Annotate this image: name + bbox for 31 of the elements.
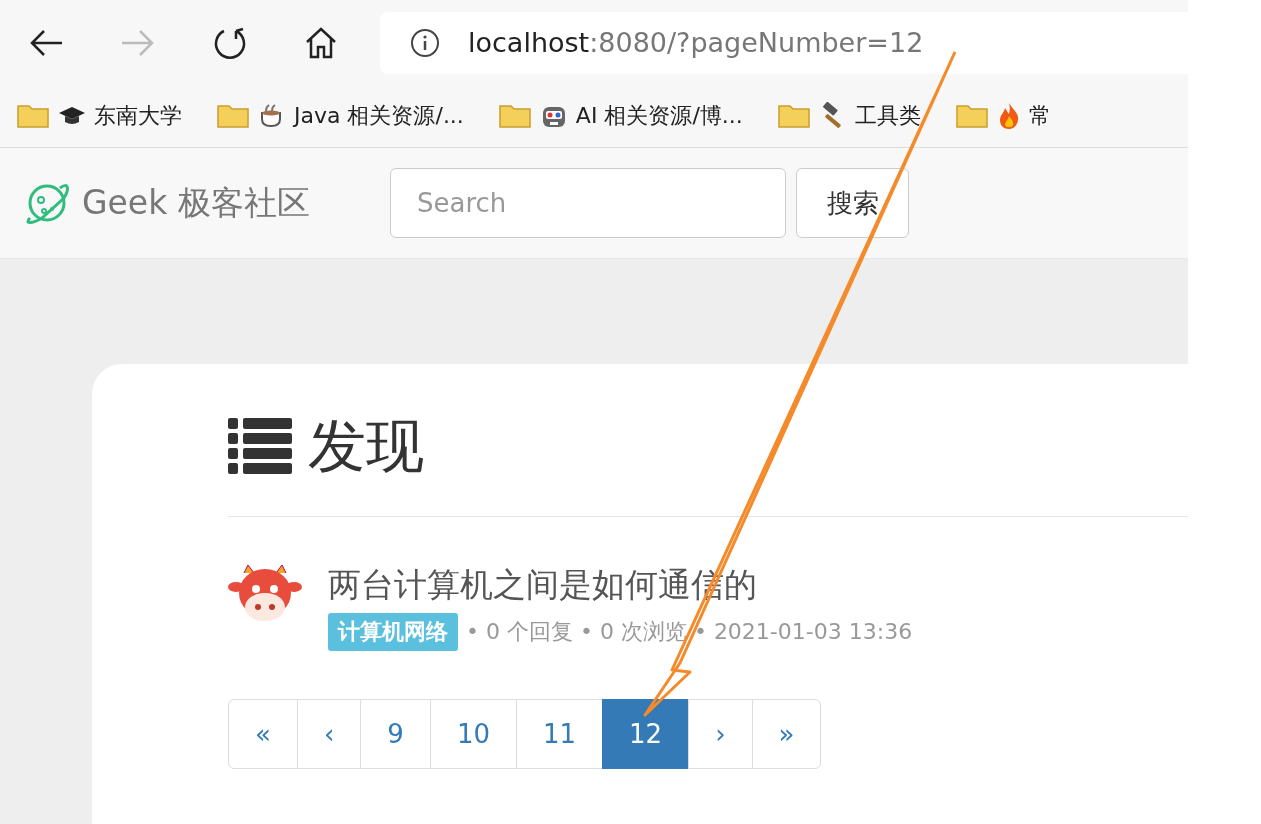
graduation-cap-icon: [58, 105, 86, 127]
bookmark-item[interactable]: AI 相关资源/博...: [497, 101, 743, 131]
bookmark-item[interactable]: 工具类: [776, 101, 921, 131]
folder-icon: [497, 103, 532, 129]
folder-icon: [776, 103, 811, 129]
url-path: :8080/?pageNumber=12: [589, 27, 924, 58]
bookmark-item[interactable]: 常: [954, 101, 1051, 131]
search-button[interactable]: 搜索: [796, 168, 909, 238]
back-arrow-icon[interactable]: [28, 27, 64, 58]
bookmark-item[interactable]: 东南大学: [16, 101, 182, 131]
info-icon: [410, 27, 440, 58]
post-meta: • 0 个回复 • 0 次浏览 • 2021-01-03 13:36: [466, 618, 913, 646]
page-link[interactable]: 9: [360, 699, 431, 769]
page-link[interactable]: »: [751, 699, 822, 769]
page-link[interactable]: 10: [429, 699, 517, 769]
folder-icon: [16, 103, 50, 129]
page-link[interactable]: ›: [688, 699, 753, 769]
page-link[interactable]: 11: [515, 699, 604, 769]
list-icon: [228, 418, 292, 476]
page-link[interactable]: ‹: [296, 699, 362, 769]
folder-icon: [954, 103, 989, 129]
bookmark-item[interactable]: Java 相关资源/...: [216, 101, 464, 131]
page-heading: 发现: [308, 411, 424, 482]
search-field[interactable]: Search: [390, 168, 786, 238]
url-host: localhost: [468, 27, 590, 58]
page-link[interactable]: «: [228, 699, 298, 769]
page-link[interactable]: 12: [602, 699, 690, 769]
folder-icon: [216, 103, 250, 129]
address-bar[interactable]: localhost:8080/?pageNumber=12: [380, 11, 1188, 74]
brand-name: Geek 极客社区: [82, 181, 310, 224]
home-icon[interactable]: [304, 25, 338, 60]
